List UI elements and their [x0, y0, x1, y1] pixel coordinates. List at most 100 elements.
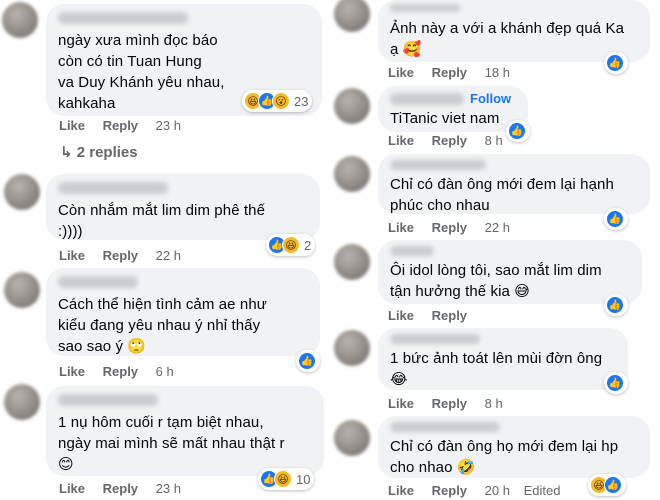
reaction-summary[interactable]: 👍 [604, 372, 628, 394]
like-icon: 👍 [606, 54, 624, 72]
comment-text: 1 bức ảnh toát lên mùi đờn ông 😂 [390, 350, 603, 388]
edited-label: Edited [523, 483, 561, 498]
follow-button[interactable]: Follow [470, 91, 511, 106]
reply-link[interactable]: Reply [432, 483, 467, 498]
timestamp[interactable]: 22 h [156, 248, 181, 263]
like-link[interactable]: Like [59, 248, 85, 263]
view-replies-link[interactable]: ↳ 2 replies [60, 143, 138, 161]
comment-bubble: Còn nhắm mắt lim dim phê thế :)))) [46, 174, 320, 240]
timestamp[interactable]: 23 h [156, 481, 181, 496]
left-comment-column: ngày xưa mình đọc báo còn có tin Tuan Hu… [0, 0, 336, 500]
reaction-count: 10 [296, 471, 311, 487]
reply-link[interactable]: Reply [432, 220, 467, 235]
reaction-summary[interactable]: 👍 [604, 294, 628, 316]
comment-actions: Like Reply 20 h Edited [388, 483, 574, 498]
reaction-summary[interactable]: 👍 [604, 208, 628, 230]
reply-link[interactable]: Reply [103, 248, 138, 263]
like-link[interactable]: Like [59, 481, 85, 496]
reaction-summary[interactable]: 👍 [296, 350, 320, 372]
timestamp[interactable]: 22 h [485, 220, 510, 235]
like-icon: 👍 [606, 296, 624, 314]
timestamp[interactable]: 18 h [485, 65, 510, 80]
like-link[interactable]: Like [388, 220, 414, 235]
comment-text: Chỉ có đàn ông mới đem lại hạnh phúc cho… [390, 176, 614, 214]
wow-icon: 😮 [272, 92, 290, 110]
comment-bubble: 1 bức ảnh toát lên mùi đờn ông 😂 [378, 328, 628, 390]
comment-bubble: Ôi idol lòng tôi, sao mắt lim dim tận hư… [378, 240, 642, 304]
comment-actions: Like Reply 23 h [59, 118, 195, 133]
avatar[interactable] [4, 174, 40, 210]
timestamp[interactable]: 20 h [485, 483, 510, 498]
reaction-summary[interactable]: 😆 👍 😮 23 [242, 90, 313, 112]
like-icon: 👍 [606, 374, 624, 392]
commenter-name-redacted[interactable] [390, 92, 464, 105]
reaction-summary[interactable]: 👍 😆 2 [266, 234, 316, 256]
avatar[interactable] [4, 272, 40, 308]
reaction-count: 2 [304, 237, 312, 253]
timestamp[interactable]: 6 h [156, 364, 174, 379]
comment-bubble: Chỉ có đàn ông mới đem lại hạnh phúc cho… [378, 154, 650, 214]
reaction-summary[interactable]: 👍 [604, 52, 628, 74]
avatar[interactable] [334, 88, 370, 124]
commenter-name-redacted[interactable] [390, 4, 460, 12]
comment-actions: Like Reply 8 h [388, 396, 517, 411]
comment-actions: Like Reply 8 h [388, 133, 517, 148]
like-link[interactable]: Like [59, 364, 85, 379]
comment-text: Ôi idol lòng tôi, sao mắt lim dim tận hư… [390, 262, 602, 300]
comment-actions: Like Reply 22 h [59, 248, 195, 263]
comment-text: Ảnh này a với a khánh đẹp quá Ka ạ 🥰 [390, 20, 625, 58]
commenter-name-redacted[interactable] [390, 422, 500, 432]
avatar[interactable] [334, 420, 370, 456]
comment-actions: Like Reply 18 h [388, 65, 524, 80]
comment-bubble: Cách thể hiện tình cảm ae như kiểu đang … [46, 268, 320, 356]
timestamp[interactable]: 8 h [485, 133, 503, 148]
comment-text: Chỉ có đàn ông họ mới đem lại hp cho nha… [390, 438, 619, 476]
avatar[interactable] [334, 244, 370, 280]
commenter-name-redacted[interactable] [58, 182, 168, 194]
timestamp[interactable]: 23 h [156, 118, 181, 133]
comment-bubble: 1 nụ hôm cuối r tạm biệt nhau, ngày mai … [46, 386, 324, 476]
reply-link[interactable]: Reply [103, 481, 138, 496]
like-icon: 👍 [604, 476, 622, 494]
timestamp[interactable]: 8 h [485, 396, 503, 411]
comment-text: TiTanic viet nam [390, 110, 500, 127]
commenter-name-redacted[interactable] [390, 334, 480, 344]
comment-bubble: Follow TiTanic viet nam [378, 86, 528, 132]
reaction-summary[interactable]: 😆 👍 [588, 474, 626, 496]
avatar[interactable] [334, 330, 370, 366]
like-link[interactable]: Like [388, 65, 414, 80]
reaction-count: 23 [294, 93, 309, 109]
comment-text: Cách thể hiện tình cảm ae như kiểu đang … [58, 296, 267, 355]
comment-actions: Like Reply [388, 308, 481, 323]
avatar[interactable] [334, 0, 370, 32]
avatar[interactable] [2, 2, 38, 38]
commenter-name-redacted[interactable] [390, 246, 434, 256]
like-link[interactable]: Like [388, 133, 414, 148]
reply-link[interactable]: Reply [432, 308, 467, 323]
comment-actions: Like Reply 6 h [59, 364, 188, 379]
avatar[interactable] [4, 384, 40, 420]
avatar[interactable] [334, 156, 370, 192]
commenter-name-redacted[interactable] [58, 12, 188, 24]
like-link[interactable]: Like [59, 118, 85, 133]
haha-icon: 😆 [274, 470, 292, 488]
comment-text: 1 nụ hôm cuối r tạm biệt nhau, ngày mai … [58, 414, 285, 473]
like-link[interactable]: Like [388, 396, 414, 411]
haha-icon: 😆 [282, 236, 300, 254]
like-link[interactable]: Like [388, 483, 414, 498]
like-icon: 👍 [298, 352, 316, 370]
reaction-summary[interactable]: 👍 😆 10 [258, 468, 315, 490]
comment-actions: Like Reply 23 h [59, 481, 195, 496]
like-link[interactable]: Like [388, 308, 414, 323]
reply-link[interactable]: Reply [432, 133, 467, 148]
commenter-name-redacted[interactable] [390, 160, 486, 170]
commenter-name-redacted[interactable] [58, 394, 158, 406]
reply-link[interactable]: Reply [432, 396, 467, 411]
reply-link[interactable]: Reply [432, 65, 467, 80]
reply-link[interactable]: Reply [103, 364, 138, 379]
commenter-name-redacted[interactable] [58, 276, 138, 288]
right-comment-column: Ảnh này a với a khánh đẹp quá Ka ạ 🥰 👍 L… [334, 0, 660, 500]
reply-link[interactable]: Reply [103, 118, 138, 133]
comment-actions: Like Reply 22 h [388, 220, 524, 235]
like-icon: 👍 [606, 210, 624, 228]
